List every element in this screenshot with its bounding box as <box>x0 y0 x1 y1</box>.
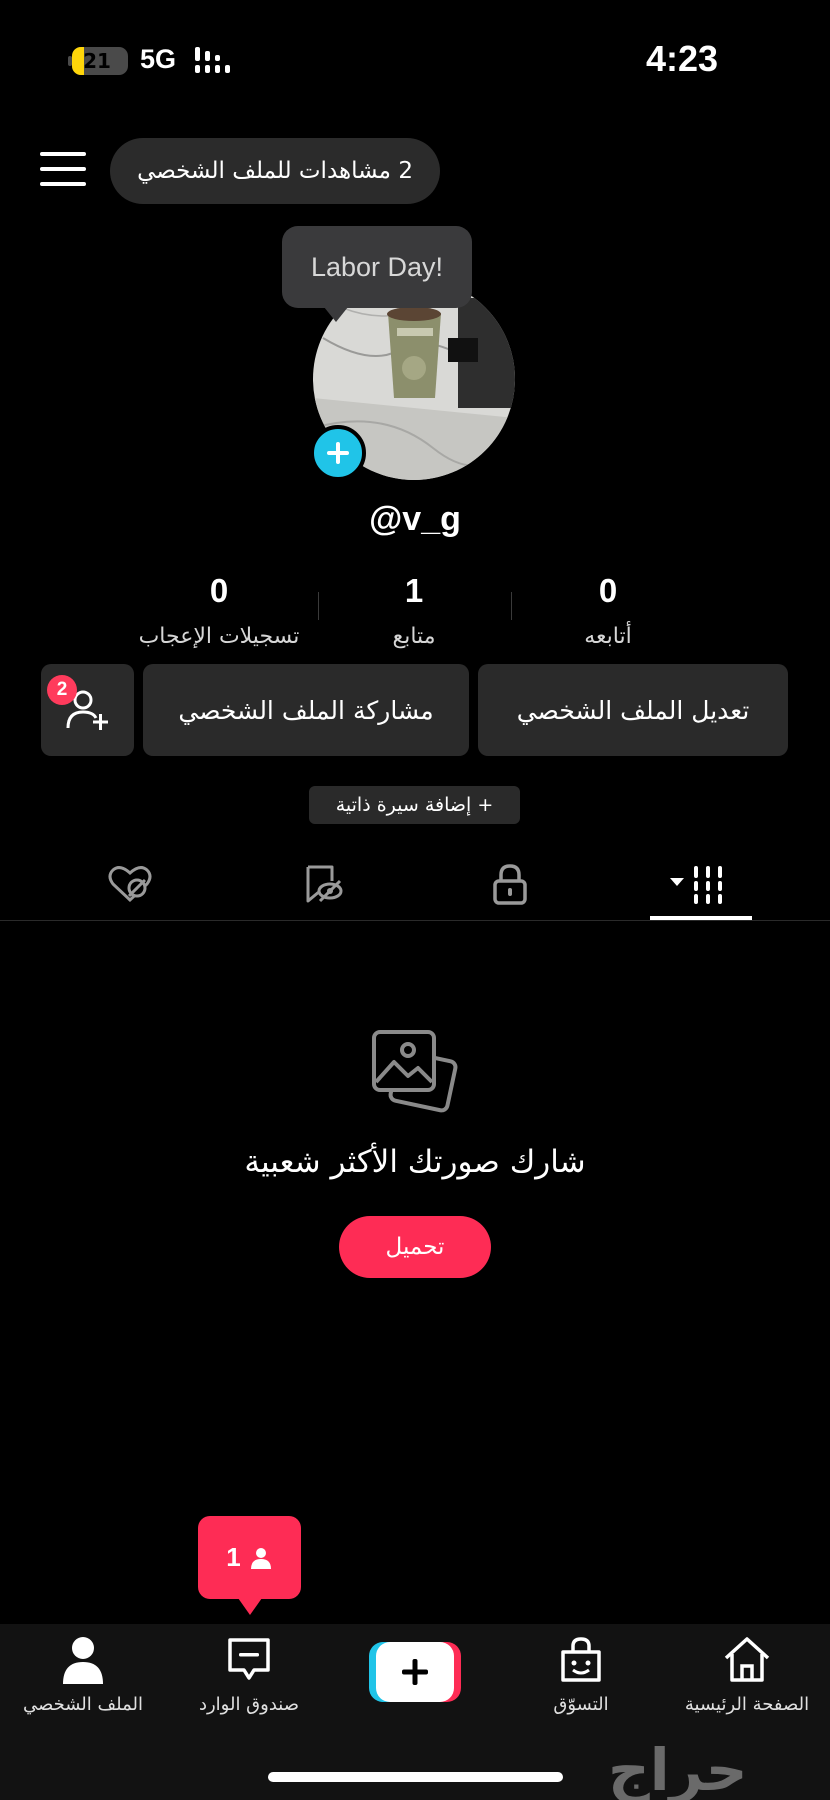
upload-button[interactable]: تحميل <box>339 1216 491 1278</box>
create-button[interactable] <box>369 1642 461 1702</box>
tab-private[interactable] <box>470 848 550 920</box>
lock-icon <box>493 864 527 905</box>
event-bubble: Labor Day! <box>282 226 472 322</box>
battery-indicator: 21 <box>72 47 128 75</box>
photo-icon <box>372 1030 458 1113</box>
tab-videos[interactable] <box>650 848 752 920</box>
network-type: 5G <box>140 44 177 74</box>
inbox-icon <box>228 1638 270 1680</box>
tab-divider <box>0 920 830 921</box>
likes-label: تسجيلات الإعجاب <box>138 624 300 649</box>
empty-state-text: شارك صورتك الأكثر شعبية <box>244 1144 586 1180</box>
new-follower-popup[interactable]: 1 <box>198 1516 301 1615</box>
popup-count: 1 <box>226 1542 241 1572</box>
tab-liked[interactable] <box>90 848 170 920</box>
watermark-logo: حراج <box>608 1736 748 1800</box>
likes-count: 0 <box>209 572 229 609</box>
nav-shop-label: التسوّق <box>553 1694 609 1715</box>
share-profile-button[interactable]: مشاركة الملف الشخصي <box>143 664 469 756</box>
grid-icon <box>670 866 722 904</box>
followers-label: متابع <box>392 624 436 649</box>
following-label: أتابعه <box>584 624 632 649</box>
nav-home[interactable]: الصفحة الرئيسية <box>664 1636 830 1715</box>
followers-count: 1 <box>404 572 424 609</box>
nav-profile-label: الملف الشخصي <box>23 1694 143 1715</box>
friend-requests-badge: 2 <box>47 675 77 705</box>
plus-icon <box>327 442 349 464</box>
nav-home-label: الصفحة الرئيسية <box>684 1694 810 1715</box>
profile-views-pill[interactable]: 2 مشاهدات للملف الشخصي <box>110 138 440 204</box>
username: @v_g <box>369 500 461 538</box>
plus-icon <box>402 1659 428 1685</box>
tab-favorites[interactable] <box>283 848 363 920</box>
home-icon <box>724 1637 770 1682</box>
person-icon <box>250 1547 271 1569</box>
add-story-button[interactable] <box>310 425 366 481</box>
nav-inbox-label: صندوق الوارد <box>198 1694 300 1715</box>
menu-icon[interactable] <box>40 152 86 188</box>
likes-stat[interactable]: 0 تسجيلات الإعجاب <box>124 572 314 649</box>
battery-level: 21 <box>83 49 111 73</box>
home-indicator[interactable] <box>268 1772 563 1782</box>
shopping-bag-icon <box>561 1637 601 1682</box>
favorites-private-icon <box>306 865 343 903</box>
signal-icon <box>195 47 230 73</box>
clock: 4:23 <box>645 38 718 79</box>
profile-icon <box>63 1637 103 1684</box>
add-bio-button[interactable]: + إضافة سيرة ذاتية <box>309 786 520 824</box>
following-count: 0 <box>598 572 618 609</box>
nav-shop[interactable]: التسوّق <box>498 1636 664 1715</box>
stat-divider <box>511 592 512 620</box>
nav-inbox[interactable]: صندوق الوارد <box>166 1636 332 1715</box>
nav-profile[interactable]: الملف الشخصي <box>0 1636 166 1715</box>
following-stat[interactable]: 0 أتابعه <box>513 572 703 649</box>
edit-profile-button[interactable]: تعديل الملف الشخصي <box>478 664 788 756</box>
liked-private-icon <box>108 866 152 903</box>
followers-stat[interactable]: 1 متابع <box>319 572 509 649</box>
